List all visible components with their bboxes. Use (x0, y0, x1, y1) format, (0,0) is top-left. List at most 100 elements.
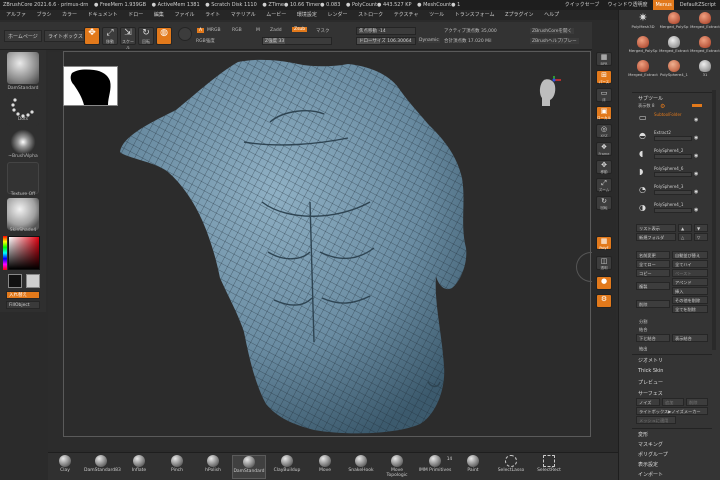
menu-draw[interactable]: ドロー (128, 12, 143, 18)
brush-paint[interactable]: Paint (456, 455, 490, 479)
bpr-render-button[interactable]: ▦ BPR (596, 52, 612, 66)
import-section[interactable]: インポート (638, 471, 663, 478)
subtool-title[interactable]: サブツール (638, 95, 663, 102)
view-zoom-button[interactable]: ⤢ ズーム (596, 178, 612, 192)
rename-button[interactable]: 名前変更 (636, 251, 670, 259)
thick-skin-section[interactable]: Thick Skin (638, 368, 663, 374)
subtool-row[interactable]: ◓ Extract2 ◉ (638, 130, 706, 143)
draw-size-slider[interactable]: ドローサイズ 106.30064 (356, 37, 416, 45)
display-properties-section[interactable]: 表示設定 (638, 461, 658, 468)
move-up-button[interactable]: △ (678, 233, 692, 241)
duplicate-button[interactable]: 複製 (636, 282, 670, 290)
tool-thumb[interactable]: Merged_Extract (628, 60, 658, 78)
list-all-button[interactable]: リスト表示 (636, 224, 676, 232)
mask-button[interactable]: マスク (316, 28, 330, 34)
fill-object-button[interactable]: FillObject (6, 301, 40, 309)
tool-thumb[interactable]: Merged_Extract (659, 36, 689, 54)
eye-icon[interactable]: ◉ (694, 153, 698, 159)
menu-color[interactable]: カラー (62, 12, 77, 18)
brush-imm-primitives[interactable]: IMM Primitives 14 (418, 455, 452, 479)
move-down-button[interactable]: ▽ (694, 233, 708, 241)
eye-icon[interactable]: ◉ (694, 207, 698, 213)
auto-reorder-button[interactable]: 自動並び替え (672, 251, 708, 259)
menus-toggle[interactable]: Menus (653, 0, 674, 10)
subtool-slider[interactable] (654, 208, 692, 213)
tool-thumb[interactable]: ✷ PolyMesh3D (628, 12, 658, 30)
tray-scrollbar[interactable] (712, 90, 716, 350)
xyz-rotate-button[interactable]: ◎ XYZ (596, 124, 612, 138)
frame-button[interactable]: ❖ Frame (596, 142, 612, 156)
brush-pinch[interactable]: Pinch (160, 455, 194, 479)
delete-all-button[interactable]: 全てを削除 (672, 305, 708, 313)
edit-mode-button[interactable]: ◍ (156, 27, 172, 45)
scale-mode-button[interactable]: ⇲ スケール (120, 27, 136, 50)
tool-thumb[interactable]: PolySphere4_1 (659, 60, 689, 78)
solo-button[interactable]: ● (596, 276, 612, 290)
hue-strip[interactable] (3, 236, 7, 270)
navigation-thumbnail[interactable] (63, 66, 118, 106)
view-rotate-button[interactable]: ↻ 回転 (596, 196, 612, 210)
menu-brush[interactable]: ブラシ (37, 12, 52, 18)
material-thumbnail[interactable] (7, 198, 39, 230)
default-zscript-button[interactable]: DefaultZScript (678, 0, 718, 10)
transparency-button[interactable]: ◫ 透明 (596, 256, 612, 270)
eye-icon[interactable]: ◉ (694, 189, 698, 195)
insert-button[interactable]: 挿入 (672, 287, 708, 295)
polygroups-section[interactable]: ポリグループ (638, 451, 668, 458)
local-button[interactable]: ▣ ローカル (596, 106, 612, 120)
masking-section[interactable]: マスキング (638, 441, 663, 448)
xpose-button[interactable]: ⚙ (596, 294, 612, 308)
secondary-color-swatch[interactable] (26, 274, 40, 288)
merge-section[interactable]: 結合 (636, 325, 708, 333)
arrow-down-button[interactable]: ▼ (694, 224, 708, 232)
draw-mode-button[interactable]: ✥ (84, 27, 100, 45)
settings-gear-icon[interactable]: ⚙ (660, 103, 665, 110)
menu-file[interactable]: ファイル (174, 12, 194, 18)
eye-icon[interactable]: ◉ (694, 171, 698, 177)
window-transparency-button[interactable]: ウィンドウ透明度 (605, 0, 649, 10)
preview-section[interactable]: プレビュー (638, 379, 663, 386)
quicksave-button[interactable]: クイックセーブ (563, 0, 602, 10)
eye-icon[interactable]: ◉ (694, 117, 698, 123)
symmetry-yin-yang-icon[interactable] (178, 27, 192, 41)
deformation-section[interactable]: 変形 (638, 431, 648, 438)
menu-document[interactable]: ドキュメント (88, 12, 118, 18)
move-mode-button[interactable]: ⤢ 移動 (102, 27, 118, 45)
menu-transform[interactable]: トランスフォーム (455, 12, 495, 18)
zbrushcore-open-button[interactable]: ZBrushCoreを開く (530, 28, 574, 34)
menu-render[interactable]: レンダー (327, 12, 347, 18)
brush-thumbnail[interactable] (7, 52, 39, 84)
paste-button[interactable]: ペースト (672, 269, 708, 277)
focal-shift-slider[interactable]: 焦点移動 -14 (356, 27, 416, 35)
color-picker[interactable] (8, 236, 40, 270)
brush-selectlasso[interactable]: SelectLasso (494, 455, 528, 479)
channel-rgb[interactable]: RGB (232, 28, 242, 33)
menu-movie[interactable]: ムービー (266, 12, 286, 18)
eye-icon[interactable]: ◉ (694, 135, 698, 141)
dynamic-toggle[interactable]: Dynamic (418, 38, 440, 43)
menu-edit[interactable]: 編集 (154, 12, 164, 18)
tool-thumb[interactable]: Merged_PolySp (628, 36, 658, 54)
zadd-button[interactable]: Zadd (270, 28, 282, 33)
merge-down-button[interactable]: 下と結合 (636, 334, 670, 342)
lightbox-button[interactable]: ライトボックス (44, 30, 87, 42)
rotate-mode-button[interactable]: ↻ 回転 (138, 27, 154, 45)
perspective-button[interactable]: ⊞ パース (596, 70, 612, 84)
menu-alpha[interactable]: アルファ (6, 12, 26, 18)
merge-visible-button[interactable]: 表示結合 (672, 334, 708, 342)
brush-move-topologic[interactable]: Move Topologic (380, 455, 414, 479)
tool-thumb[interactable]: Merged_PolySp (659, 12, 689, 30)
noise-delete-button[interactable]: 削除 (686, 398, 708, 406)
visible-slider[interactable] (692, 104, 702, 107)
apply-to-mesh-button[interactable]: メッシュに適用 (636, 416, 676, 424)
home-page-button[interactable]: ホームページ (4, 30, 42, 42)
tool-thumb[interactable]: 31 (690, 60, 720, 78)
texture-thumbnail[interactable] (7, 162, 39, 194)
channel-mrgb[interactable]: MRGB (207, 28, 221, 33)
brush-damstandard[interactable]: DamStandard (232, 455, 266, 479)
view-move-button[interactable]: ✥ 移動 (596, 160, 612, 174)
brush-snakehook[interactable]: SnakeHook (344, 455, 378, 479)
switch-color-button[interactable]: 入れ替え (6, 291, 40, 299)
menu-zplugin[interactable]: Zプラグイン (505, 12, 533, 18)
brush-move[interactable]: Move (308, 455, 342, 479)
